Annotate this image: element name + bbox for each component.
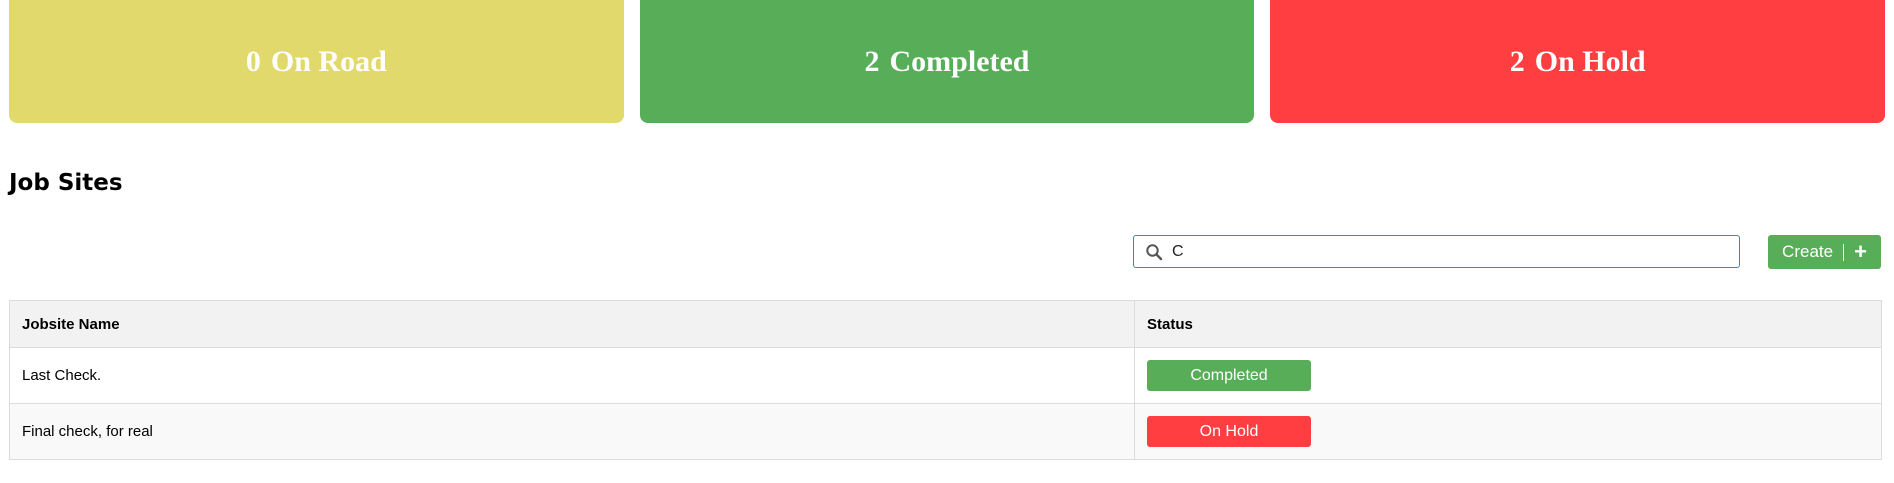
summary-cards: 0 On Road 2 Completed 2 On Hold [9, 0, 1886, 123]
on-road-card[interactable]: 0 On Road [9, 0, 624, 123]
on-hold-label: On Hold [1534, 44, 1646, 78]
create-button-separator [1843, 243, 1845, 261]
completed-count: 2 [864, 44, 880, 78]
create-button[interactable]: Create + [1768, 235, 1881, 269]
on-hold-count: 2 [1509, 44, 1525, 78]
on-road-label: On Road [270, 44, 387, 78]
jobsite-name-cell: Final check, for real [9, 403, 1135, 460]
status-badge[interactable]: On Hold [1147, 416, 1311, 447]
column-header-jobsite-name[interactable]: Jobsite Name [9, 300, 1135, 348]
status-badge[interactable]: Completed [1147, 360, 1311, 391]
search-input[interactable] [1172, 237, 1739, 266]
status-cell: On Hold [1134, 403, 1882, 460]
create-button-label: Create [1782, 242, 1834, 261]
column-header-status[interactable]: Status [1134, 300, 1882, 348]
search-box[interactable] [1133, 235, 1740, 268]
page-title: Job Sites [9, 170, 123, 196]
completed-label: Completed [889, 44, 1030, 78]
completed-card[interactable]: 2 Completed [639, 0, 1255, 123]
search-icon [1144, 242, 1164, 262]
status-cell: Completed [1134, 347, 1882, 404]
on-hold-card[interactable]: 2 On Hold [1270, 0, 1886, 123]
plus-icon: + [1854, 239, 1867, 264]
jobsite-name-cell: Last Check. [9, 347, 1135, 404]
table-row[interactable]: Last Check. Completed [9, 347, 1882, 404]
on-road-count: 0 [245, 44, 261, 78]
jobsites-table: Jobsite Name Status Last Check. Complete… [9, 300, 1882, 460]
table-header-row: Jobsite Name Status [9, 300, 1882, 348]
table-row[interactable]: Final check, for real On Hold [9, 403, 1882, 460]
